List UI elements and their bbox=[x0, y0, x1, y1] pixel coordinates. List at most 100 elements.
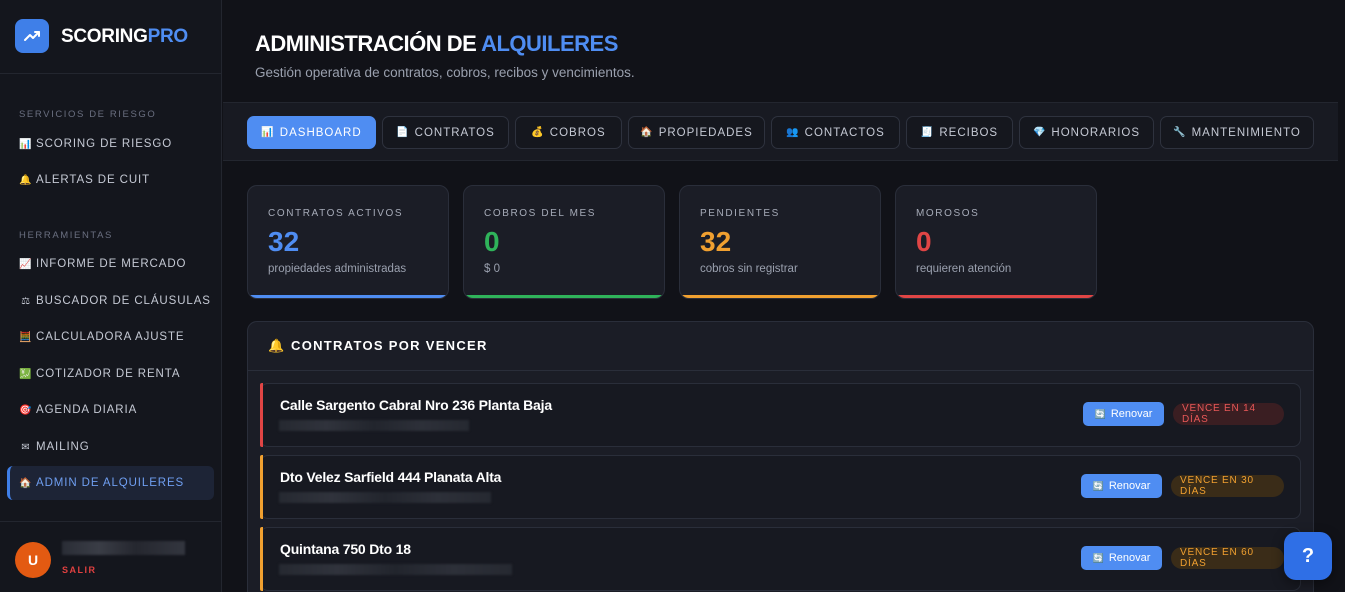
sidebar-item-label: AGENDA DIARIA bbox=[36, 404, 138, 416]
tab-label: DASHBOARD bbox=[279, 126, 362, 139]
currency-chart-icon: 💹 bbox=[19, 368, 33, 380]
renew-button-label: Renovar bbox=[1110, 408, 1153, 420]
trending-up-icon bbox=[15, 19, 49, 53]
tab-honorarios[interactable]: 💎 HONORARIOS bbox=[1019, 116, 1154, 149]
stat-subtext: cobros sin registrar bbox=[700, 263, 798, 275]
tab-contratos[interactable]: 📄 CONTRATOS bbox=[382, 116, 509, 149]
stat-accent-bar bbox=[248, 295, 448, 298]
stat-label: CONTRATOS ACTIVOS bbox=[268, 208, 404, 219]
sidebar-item-agenda[interactable]: 🎯 AGENDA DIARIA bbox=[7, 393, 214, 427]
tab-cobros[interactable]: 💰 COBROS bbox=[515, 116, 622, 149]
user-name-redacted bbox=[62, 541, 185, 555]
stat-card-morosos: MOROSOS 0 requieren atención bbox=[895, 185, 1097, 299]
renew-button[interactable]: 🔄 Renovar bbox=[1081, 546, 1162, 570]
sidebar-item-label: MAILING bbox=[36, 441, 90, 453]
stat-label: MOROSOS bbox=[916, 208, 980, 219]
stat-card-pendientes: PENDIENTES 32 cobros sin registrar bbox=[679, 185, 881, 299]
receipt-icon: 🧾 bbox=[920, 127, 935, 138]
contract-details-redacted bbox=[279, 492, 491, 503]
document-icon: 📄 bbox=[396, 127, 410, 138]
tab-propiedades[interactable]: 🏠 PROPIEDADES bbox=[628, 116, 765, 149]
tab-label: CONTACTOS bbox=[804, 126, 885, 139]
bell-icon: 🔔 bbox=[268, 338, 285, 353]
renew-button[interactable]: 🔄 Renovar bbox=[1083, 402, 1164, 426]
calculator-icon: 🧮 bbox=[19, 331, 33, 343]
wrench-icon: 🔧 bbox=[1173, 127, 1187, 138]
contract-row: Dto Velez Sarfield 444 Planata Alta 🔄 Ren… bbox=[260, 455, 1301, 519]
stat-card-contratos-activos: CONTRATOS ACTIVOS 32 propiedades adminis… bbox=[247, 185, 449, 299]
sidebar-item-label: SCORING DE RIESGO bbox=[36, 138, 173, 150]
brand-name-part-a: SCORING bbox=[61, 26, 148, 47]
contract-address: Quintana 750 Dto 18 bbox=[280, 541, 411, 557]
sidebar-item-admin-alquileres[interactable]: 🏠 ADMIN DE ALQUILERES bbox=[7, 466, 214, 500]
sidebar-item-label: CALCULADORA AJUSTE bbox=[36, 331, 185, 343]
stat-accent-bar bbox=[680, 295, 880, 298]
refresh-icon: 🔄 bbox=[1094, 408, 1106, 419]
sidebar-item-scoring[interactable]: 📊 SCORING DE RIESGO bbox=[7, 127, 214, 161]
tab-contactos[interactable]: 👥 CONTACTOS bbox=[771, 116, 900, 149]
row-accent bbox=[260, 383, 263, 447]
refresh-icon: 🔄 bbox=[1092, 480, 1104, 491]
renew-button[interactable]: 🔄 Renovar bbox=[1081, 474, 1162, 498]
expiry-badge: VENCE EN 14 DÍAS bbox=[1173, 403, 1284, 425]
panel-title: CONTRATOS POR VENCER bbox=[291, 338, 488, 353]
sidebar-item-informe[interactable]: 📈 INFORME DE MERCADO bbox=[7, 247, 214, 281]
stat-subtext: propiedades administradas bbox=[268, 263, 407, 275]
sidebar-item-cotizador[interactable]: 💹 COTIZADOR DE RENTA bbox=[7, 357, 214, 391]
logout-link[interactable]: SALIR bbox=[62, 565, 97, 575]
sidebar-item-clausulas[interactable]: ⚖ BUSCADOR DE CLÁUSULAS bbox=[7, 284, 214, 318]
chart-icon: 📊 bbox=[261, 127, 275, 138]
tab-label: RECIBOS bbox=[939, 126, 999, 139]
stat-value: 32 bbox=[700, 226, 732, 257]
stat-subtext: requieren atención bbox=[916, 263, 1012, 275]
sidebar-item-label: BUSCADOR DE CLÁUSULAS bbox=[36, 295, 211, 307]
gem-icon: 💎 bbox=[1032, 127, 1047, 138]
page-title-part-a: ADMINISTRACIÓN DE bbox=[255, 31, 477, 56]
money-bag-icon: 💰 bbox=[531, 127, 545, 138]
stat-label: COBROS DEL MES bbox=[484, 208, 597, 219]
tab-dashboard[interactable]: 📊 DASHBOARD bbox=[247, 116, 376, 149]
help-button[interactable]: ? bbox=[1284, 532, 1332, 580]
stat-accent-bar bbox=[464, 295, 664, 298]
section-label-tools: HERRAMIENTAS bbox=[19, 230, 113, 241]
contract-address: Dto Velez Sarfield 444 Planata Alta bbox=[280, 469, 502, 485]
sidebar-item-calculadora[interactable]: 🧮 CALCULADORA AJUSTE bbox=[7, 320, 214, 354]
stat-accent-bar bbox=[896, 295, 1096, 298]
stat-value: 0 bbox=[916, 226, 932, 257]
brand-name-part-b: PRO bbox=[147, 26, 189, 47]
user-area: U SALIR bbox=[0, 521, 222, 592]
refresh-icon: 🔄 bbox=[1092, 552, 1104, 563]
contract-row: Calle Sargento Cabral Nro 236 Planta Baj… bbox=[260, 383, 1301, 447]
tab-recibos[interactable]: 🧾 RECIBOS bbox=[906, 116, 1013, 149]
panel-header: 🔔 CONTRATOS POR VENCER bbox=[248, 322, 1313, 371]
contract-details-redacted bbox=[279, 564, 512, 575]
page-title-part-b: ALQUILERES bbox=[481, 31, 618, 56]
sidebar-item-alertas[interactable]: 🔔 ALERTAS DE CUIT bbox=[7, 163, 214, 197]
sidebar: SCORINGPRO SERVICIOS DE RIESGO 📊 SCORING … bbox=[0, 0, 222, 592]
sidebar-item-label: ADMIN DE ALQUILERES bbox=[36, 477, 185, 489]
trend-chart-icon: 📈 bbox=[19, 258, 33, 270]
stat-value: 32 bbox=[268, 226, 300, 257]
page-title: ADMINISTRACIÓN DE ALQUILERES bbox=[255, 31, 618, 57]
target-icon: 🎯 bbox=[19, 404, 33, 416]
contract-details-redacted bbox=[279, 420, 469, 431]
brand-name: SCORINGPRO bbox=[61, 26, 188, 48]
sidebar-item-mailing[interactable]: ✉ MAILING bbox=[7, 430, 214, 464]
stat-subtext: $ 0 bbox=[484, 263, 500, 275]
people-icon: 👥 bbox=[786, 127, 800, 138]
tab-label: PROPIEDADES bbox=[658, 126, 753, 139]
sidebar-item-label: ALERTAS DE CUIT bbox=[36, 174, 151, 186]
tab-label: COBROS bbox=[549, 126, 606, 139]
tab-label: HONORARIOS bbox=[1051, 126, 1141, 139]
expiry-badge: VENCE EN 60 DÍAS bbox=[1171, 547, 1284, 569]
avatar[interactable]: U bbox=[15, 542, 51, 578]
scales-icon: ⚖ bbox=[21, 295, 31, 307]
envelope-icon: ✉ bbox=[21, 441, 31, 453]
tab-mantenimiento[interactable]: 🔧 MANTENIMIENTO bbox=[1160, 116, 1314, 149]
row-accent bbox=[260, 455, 263, 519]
tab-label: CONTRATOS bbox=[414, 126, 495, 139]
house-icon: 🏠 bbox=[640, 127, 654, 138]
chart-icon: 📊 bbox=[19, 138, 33, 150]
sidebar-item-label: INFORME DE MERCADO bbox=[36, 258, 187, 270]
contract-address: Calle Sargento Cabral Nro 236 Planta Baj… bbox=[280, 397, 552, 413]
